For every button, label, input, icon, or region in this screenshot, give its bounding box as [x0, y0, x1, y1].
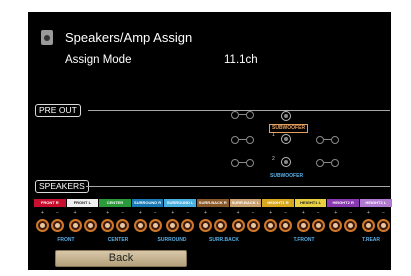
pre-out-jack-pair	[231, 136, 257, 144]
speaker-terminal	[101, 219, 115, 232]
terminal-polarity: +	[301, 210, 305, 216]
speaker-terminal	[362, 219, 375, 232]
zone-label: FRONT	[57, 237, 75, 243]
speaker-terminal	[296, 219, 310, 232]
terminal-polarity: −	[121, 210, 125, 216]
terminal-polarity: −	[382, 210, 385, 216]
terminal-polarity: +	[73, 210, 77, 216]
terminal-polarity: −	[316, 210, 320, 216]
speaker-terminal	[214, 219, 227, 232]
pre-out-jack-pair	[316, 159, 342, 167]
zone-label: SURROUND	[157, 237, 187, 243]
terminal-polarity: +	[269, 210, 273, 216]
zone-label: CENTER	[107, 237, 129, 243]
terminal-polarity: −	[349, 210, 353, 216]
terminal-polarity: −	[56, 210, 59, 216]
channel-segment: SURROUND L	[164, 199, 196, 207]
pre-out-jack-pair	[316, 136, 342, 144]
speaker-terminal	[279, 219, 293, 232]
speaker-terminal	[166, 219, 180, 232]
speaker-terminal	[199, 219, 212, 232]
channel-segment: FRONT L	[66, 199, 99, 207]
speaker-terminal	[51, 219, 64, 232]
pre-out-tag: PRE OUT	[35, 104, 81, 117]
channel-segment: FRONT R	[34, 199, 66, 207]
pre-out-jack-pair	[231, 111, 257, 119]
speakers-divider	[86, 186, 390, 187]
channel-segment: HEIGHT2 R	[327, 199, 359, 207]
speaker-terminal	[148, 219, 162, 232]
terminal-polarity: −	[153, 210, 157, 216]
screen: Speakers/Amp Assign Assign Mode 11.1ch P…	[0, 0, 411, 276]
terminal-polarity: −	[251, 210, 255, 216]
channel-segment: HEIGHT2 L	[360, 199, 392, 207]
speaker-terminal	[246, 219, 260, 232]
terminal-polarity: −	[88, 210, 92, 216]
terminal-polarity: +	[334, 210, 338, 216]
terminal-polarity: +	[171, 210, 175, 216]
channel-segment: HEIGHT1 R	[262, 199, 294, 207]
terminal-polarity: −	[284, 210, 288, 216]
amp-assign-panel: Speakers/Amp Assign Assign Mode 11.1ch P…	[28, 12, 392, 270]
pre-out-jack-pair	[231, 159, 257, 167]
back-button[interactable]: Back	[55, 250, 187, 267]
speaker-terminal	[133, 219, 147, 232]
speaker-terminal	[311, 219, 325, 232]
subwoofer-2-label: SUBWOOFER	[270, 173, 304, 179]
channel-segment: SURROUND R	[131, 199, 164, 207]
assign-mode-label: Assign Mode	[65, 54, 132, 66]
pre-out-jack	[281, 111, 291, 121]
terminal-polarity: −	[219, 210, 222, 216]
terminal-polarity: +	[41, 210, 44, 216]
page-title: Speakers/Amp Assign	[65, 30, 193, 45]
speaker-terminal	[377, 219, 390, 232]
channel-segment: SURR.BACK L	[229, 199, 262, 207]
speaker-terminal	[116, 219, 130, 232]
speaker-terminal	[329, 219, 343, 232]
speaker-terminal	[83, 219, 97, 232]
channel-segment: SURR.BACK R	[197, 199, 229, 207]
subwoofer-1-number: 1	[272, 132, 275, 138]
channel-segment: CENTER	[99, 199, 131, 207]
speaker-terminal	[181, 219, 195, 232]
terminal-polarity: −	[186, 210, 190, 216]
subwoofer-1-jack	[281, 134, 291, 144]
speaker-terminal	[264, 219, 278, 232]
assign-mode-value[interactable]: 11.1ch	[224, 54, 258, 66]
zone-label: SURR.BACK	[209, 237, 239, 243]
terminal-polarity: +	[367, 210, 370, 216]
zone-label: T.FRONT	[293, 237, 315, 243]
speaker-terminal	[231, 219, 245, 232]
zone-label: T.REAR	[361, 237, 381, 243]
speaker-terminal	[36, 219, 49, 232]
terminal-polarity: +	[204, 210, 207, 216]
channel-segment: HEIGHT1 L	[294, 199, 327, 207]
subwoofer-2-jack	[281, 157, 291, 167]
terminal-polarity: +	[106, 210, 110, 216]
terminal-polarity: +	[236, 210, 240, 216]
speaker-terminal	[68, 219, 82, 232]
subwoofer-2-number: 2	[272, 156, 275, 162]
speakers-tag: SPEAKERS	[35, 180, 89, 193]
speaker-terminal	[344, 219, 358, 232]
terminal-polarity: +	[138, 210, 142, 216]
speaker-icon	[41, 30, 53, 45]
